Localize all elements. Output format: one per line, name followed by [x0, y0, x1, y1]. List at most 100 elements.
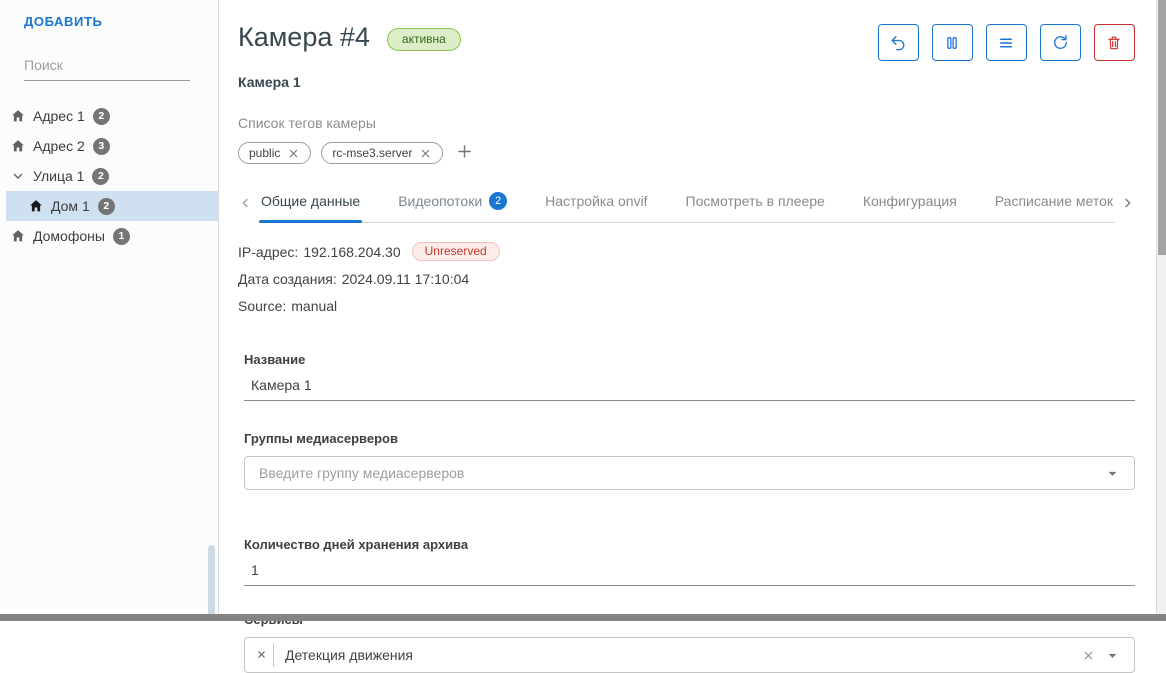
page-title: Камера #4 — [238, 22, 370, 53]
tree-item-улица-1[interactable]: Улица 1 2 — [0, 161, 218, 191]
chevron-down-icon — [10, 168, 33, 184]
tab-общие-данные[interactable]: Общие данные — [259, 185, 362, 222]
archive-days-label: Количество дней хранения архива — [244, 537, 1135, 552]
media-groups-label: Группы медиасерверов — [244, 431, 1135, 446]
tags-label: Список тегов камеры — [238, 115, 1135, 131]
tree-item-label: Адрес 1 — [33, 108, 85, 124]
pause-button[interactable] — [932, 24, 973, 61]
service-chip: Детекция движения — [249, 638, 1082, 672]
unreserved-badge: Unreserved — [412, 242, 500, 261]
bottom-bar — [0, 614, 1166, 621]
home-icon — [10, 228, 33, 244]
refresh-button[interactable] — [1040, 24, 1081, 61]
count-badge: 2 — [93, 108, 110, 125]
source-value: manual — [291, 298, 337, 314]
delete-button[interactable] — [1094, 24, 1135, 61]
services-field: Сервисы Детекция движения — [244, 612, 1135, 673]
status-badge: активна — [387, 28, 461, 51]
tree-item-label: Дом 1 — [51, 198, 90, 214]
tab-настройка-onvif[interactable]: Настройка onvif — [543, 185, 649, 222]
pause-icon — [943, 34, 961, 52]
tag-chip-public: public — [238, 142, 311, 164]
media-groups-input[interactable] — [259, 465, 1103, 481]
name-label: Название — [244, 352, 1135, 367]
plus-icon — [455, 142, 474, 164]
tab-видеопотоки[interactable]: Видеопотоки2 — [396, 185, 509, 222]
tab-расписание-меток[interactable]: Расписание меток — [993, 185, 1115, 222]
close-icon[interactable] — [419, 147, 432, 160]
tab-label: Общие данные — [261, 193, 360, 209]
media-groups-field: Группы медиасерверов — [244, 431, 1135, 490]
count-badge: 2 — [92, 168, 109, 185]
dropdown-arrow-icon[interactable] — [1103, 646, 1122, 665]
page-scrollbar-thumb[interactable] — [1158, 0, 1166, 255]
close-icon — [256, 648, 267, 663]
tab-label: Конфигурация — [863, 193, 957, 209]
home-icon — [28, 198, 51, 214]
tag-chip-rc-mse3.server: rc-mse3.server — [321, 142, 443, 164]
archive-days-field: Количество дней хранения архива — [244, 537, 1135, 586]
source-label: Source: — [238, 298, 286, 314]
service-chip-label: Детекция движения — [285, 647, 413, 663]
tabs: Общие данные Видеопотоки2 Настройка onvif П… — [258, 185, 1115, 223]
close-icon[interactable] — [287, 147, 300, 160]
tree-item-адрес-1[interactable]: Адрес 1 2 — [0, 101, 218, 131]
services-select[interactable]: Детекция движения — [244, 637, 1135, 673]
undo-icon — [888, 33, 908, 53]
ip-label: IP-адрес: — [238, 244, 298, 260]
list-icon — [997, 34, 1015, 52]
undo-button[interactable] — [878, 24, 919, 61]
name-input[interactable] — [244, 371, 1135, 400]
add-button[interactable]: ДОБАВИТЬ — [24, 14, 102, 29]
tabs-scroll-right-button[interactable] — [1115, 185, 1135, 223]
source-row: Source: manual — [238, 292, 1135, 319]
sidebar-tree: Адрес 12Адрес 23Улица 12Дом 12Домофоны1 — [0, 101, 218, 251]
chevron-left-icon — [238, 195, 254, 214]
tree-item-дом-1[interactable]: Дом 1 2 — [6, 191, 218, 221]
header-actions — [878, 24, 1135, 61]
tab-label: Настройка onvif — [545, 193, 647, 209]
tab-конфигурация[interactable]: Конфигурация — [861, 185, 959, 222]
tabs-row: Общие данные Видеопотоки2 Настройка onvif П… — [238, 185, 1135, 223]
tree-item-домофоны[interactable]: Домофоны 1 — [0, 221, 218, 251]
search-field — [24, 53, 190, 81]
tags-row: public rc-mse3.server — [238, 140, 1135, 166]
main-panel: Камера #4 активна Камера 1 Список тегов … — [219, 0, 1166, 614]
search-input[interactable] — [24, 53, 190, 80]
add-tag-button[interactable] — [453, 140, 476, 166]
tag-label: public — [249, 146, 280, 160]
tree-item-label: Домофоны — [33, 228, 105, 244]
sidebar: ДОБАВИТЬ Адрес 12Адрес 23Улица 12Дом 12Д… — [0, 0, 219, 614]
tree-item-label: Адрес 2 — [33, 138, 85, 154]
home-icon — [10, 108, 33, 124]
chip-divider — [273, 643, 274, 667]
dropdown-arrow-icon[interactable] — [1103, 464, 1122, 483]
chevron-right-icon — [1119, 195, 1135, 214]
tab-count-badge: 2 — [489, 192, 507, 210]
refresh-icon — [1051, 33, 1070, 52]
trash-icon — [1105, 34, 1123, 52]
header: Камера #4 активна — [238, 14, 1135, 61]
app-window: ДОБАВИТЬ Адрес 12Адрес 23Улица 12Дом 12Д… — [0, 0, 1166, 614]
media-groups-select[interactable] — [244, 456, 1135, 490]
page-scrollbar[interactable] — [1156, 0, 1166, 614]
tab-посмотреть-в-плеере[interactable]: Посмотреть в плеере — [684, 185, 827, 222]
clear-icon[interactable] — [1082, 649, 1095, 662]
created-label: Дата создания: — [238, 271, 337, 287]
ip-row: IP-адрес: 192.168.204.30 Unreserved — [238, 238, 1135, 265]
ip-value: 192.168.204.30 — [303, 244, 400, 260]
count-badge: 2 — [98, 198, 115, 215]
home-icon — [10, 138, 33, 154]
list-button[interactable] — [986, 24, 1027, 61]
sidebar-scrollbar-thumb[interactable] — [208, 545, 215, 614]
tree-item-адрес-2[interactable]: Адрес 23 — [0, 131, 218, 161]
tab-label: Посмотреть в плеере — [686, 193, 825, 209]
archive-days-input[interactable] — [244, 556, 1135, 585]
camera-form: Название Группы медиасерверов Количество… — [238, 352, 1135, 673]
tab-label: Расписание меток — [995, 193, 1113, 209]
tree-item-label: Улица 1 — [33, 168, 84, 184]
count-badge: 1 — [113, 228, 130, 245]
remove-service-button[interactable] — [249, 648, 273, 663]
tabs-scroll-left-button[interactable] — [238, 185, 258, 223]
tag-label: rc-mse3.server — [332, 146, 412, 160]
